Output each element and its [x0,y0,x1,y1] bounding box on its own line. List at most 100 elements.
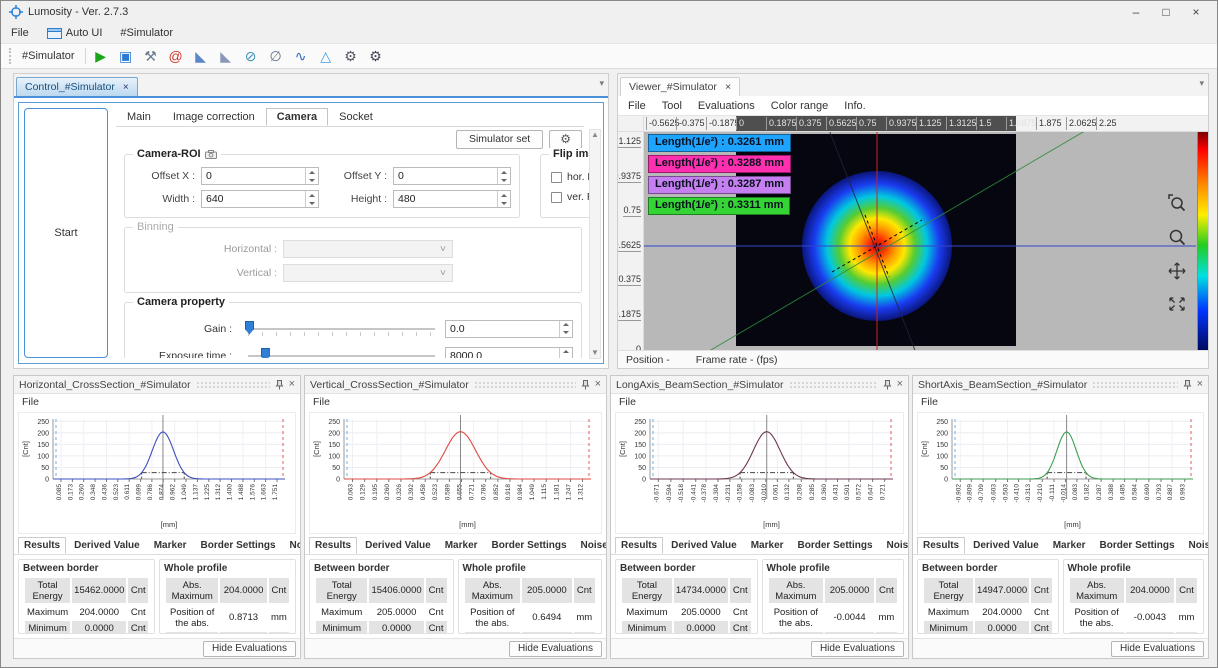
run-icon[interactable]: ▶ [92,47,110,65]
trend-chart-icon[interactable]: ∿ [292,47,310,65]
results-tab-border-settings[interactable]: Border Settings [195,537,282,554]
camera-icon[interactable] [205,150,217,159]
control-scrollbar[interactable]: ▲▼ [589,129,601,359]
zoom-region-icon[interactable] [1168,194,1186,212]
exposure-slider[interactable] [248,346,435,359]
minimize-button[interactable]: – [1121,5,1151,19]
start-button[interactable]: Start [24,108,108,358]
close-icon[interactable]: × [1197,379,1203,390]
dock-titlebar[interactable]: Vertical_CrossSection_#Simulator × [305,376,606,394]
wrench-icon[interactable]: ⚒ [142,47,160,65]
dock-titlebar[interactable]: LongAxis_BeamSection_#Simulator × [611,376,908,394]
gain-field[interactable]: 0.0 [445,320,573,338]
dock-file-menu[interactable]: File [22,396,39,408]
dock-titlebar[interactable]: ShortAxis_BeamSection_#Simulator × [913,376,1208,394]
viewer-menu-tool[interactable]: Tool [662,100,682,112]
pin-icon[interactable] [275,380,284,390]
pin-icon[interactable] [1183,380,1192,390]
hor-flip-box-icon[interactable] [551,172,562,183]
tab-socket[interactable]: Socket [328,108,384,126]
cross-section-v-icon[interactable]: ◣ [217,47,235,65]
results-tab-border-settings[interactable]: Border Settings [486,537,573,554]
viewer-strip-dropdown-icon[interactable]: ▾ [1199,78,1204,89]
cross-section-h-icon[interactable]: ◣ [192,47,210,65]
hide-evaluations-button[interactable]: Hide Evaluations [1111,641,1204,657]
viewer-window-icon[interactable]: ▣ [117,47,135,65]
dock-file-menu[interactable]: File [619,396,636,408]
control-tab-close-icon[interactable]: × [123,82,129,93]
results-tab-noise-reduction[interactable]: Noise Reduction [284,537,301,554]
pin-icon[interactable] [883,380,892,390]
simulator-set-button[interactable]: Simulator set [456,130,543,149]
tab-camera[interactable]: Camera [266,108,328,126]
pin-icon[interactable] [581,380,590,390]
hide-evaluations-button[interactable]: Hide Evaluations [811,641,904,657]
results-tab-derived-value[interactable]: Derived Value [665,537,743,554]
results-tab-marker[interactable]: Marker [439,537,484,554]
fit-screen-icon[interactable] [1168,296,1186,312]
menu-file[interactable]: File [11,27,29,39]
height-field[interactable]: 480 [393,190,511,208]
results-tab-noise-reduction[interactable]: Noise Reduction [881,537,909,554]
camera-settings-gear-icon[interactable]: ⚙ [549,130,582,149]
offset-y-spinner[interactable] [497,168,510,184]
gear2-icon[interactable]: ⚙ [367,47,385,65]
height-spinner[interactable] [497,191,510,207]
viewer-tab-close-icon[interactable]: × [725,81,731,93]
prism-icon[interactable]: △ [317,47,335,65]
tab-main[interactable]: Main [116,108,162,126]
width-spinner[interactable] [305,191,318,207]
target-icon[interactable]: @ [167,47,185,65]
tab-viewer-simulator[interactable]: Viewer_#Simulator × [620,77,740,96]
close-icon[interactable]: × [595,379,601,390]
restore-button[interactable]: □ [1151,5,1181,19]
results-tab-marker[interactable]: Marker [148,537,193,554]
close-button[interactable]: × [1181,5,1211,19]
viewer-menu-color-range[interactable]: Color range [771,100,828,112]
pan-icon[interactable] [1168,262,1186,280]
zoom-icon[interactable] [1168,228,1186,246]
menu-auto-ui[interactable]: Auto UI [47,27,103,39]
close-icon[interactable]: × [289,379,295,390]
viewer-menu-file[interactable]: File [628,100,646,112]
gear-icon[interactable]: ⚙ [342,47,360,65]
scroll-up-icon[interactable]: ▲ [591,130,599,140]
results-tab-results[interactable]: Results [309,537,357,554]
exposure-field[interactable]: 8000.0 [445,347,573,359]
scroll-down-icon[interactable]: ▼ [591,348,599,358]
width-field[interactable]: 640 [201,190,319,208]
results-tab-border-settings[interactable]: Border Settings [792,537,879,554]
offset-x-spinner[interactable] [305,168,318,184]
ver-flip-box-icon[interactable] [551,192,562,203]
results-tab-derived-value[interactable]: Derived Value [68,537,146,554]
binning-horizontal-select[interactable]: ˅ [283,240,453,258]
results-tab-border-settings[interactable]: Border Settings [1094,537,1181,554]
results-tab-results[interactable]: Results [917,537,965,554]
gain-spinner[interactable] [559,321,572,337]
offset-x-field[interactable]: 0 [201,167,319,185]
beam-section-short-icon[interactable]: ∅ [267,47,285,65]
beam-section-long-icon[interactable]: ⊘ [242,47,260,65]
results-tab-noise-reduction[interactable]: Noise Reduction [575,537,607,554]
dock-titlebar[interactable]: Horizontal_CrossSection_#Simulator × [14,376,300,394]
menu-simulator[interactable]: #Simulator [120,27,173,39]
results-tab-noise-reduction[interactable]: Noise Reduction [1183,537,1209,554]
binning-vertical-select[interactable]: ˅ [283,264,453,282]
viewer-menu-info[interactable]: Info. [844,100,865,112]
dock-file-menu[interactable]: File [313,396,330,408]
viewer-menu-evaluations[interactable]: Evaluations [698,100,755,112]
exposure-spinner[interactable] [559,348,572,359]
tab-image-correction[interactable]: Image correction [162,108,266,126]
results-tab-marker[interactable]: Marker [1047,537,1092,554]
close-icon[interactable]: × [897,379,903,390]
offset-y-field[interactable]: 0 [393,167,511,185]
results-tab-results[interactable]: Results [615,537,663,554]
results-tab-marker[interactable]: Marker [745,537,790,554]
color-scale-bar[interactable] [1197,132,1208,350]
beam-view[interactable]: Length(1/e²) : 0.3261 mmLength(1/e²) : 0… [644,132,1208,350]
control-strip-dropdown-icon[interactable]: ▾ [599,78,604,89]
tab-control-simulator[interactable]: Control_#Simulator × [16,77,138,96]
dock-file-menu[interactable]: File [921,396,938,408]
gain-slider[interactable] [248,319,435,339]
hide-evaluations-button[interactable]: Hide Evaluations [203,641,296,657]
